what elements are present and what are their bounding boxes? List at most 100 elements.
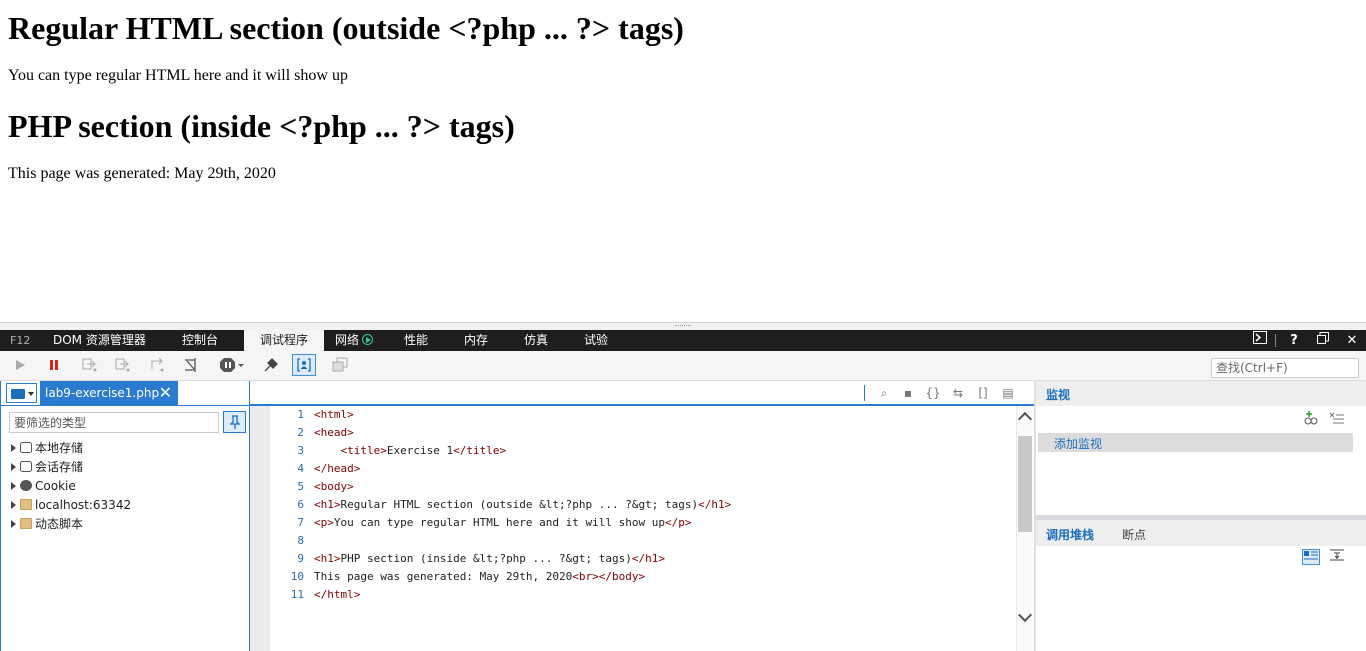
- line-text: <h1>PHP section (inside &lt;?php ... ?&g…: [314, 552, 666, 565]
- add-watch-label[interactable]: 添加监视: [1054, 435, 1102, 452]
- breakpoint-braces-icon[interactable]: []: [975, 386, 991, 400]
- code-scrollbar[interactable]: [1016, 406, 1033, 651]
- tab-performance[interactable]: 性能: [396, 330, 436, 351]
- line-number[interactable]: 8: [270, 532, 304, 550]
- callstack-header: 调用堆栈 断点: [1036, 520, 1366, 546]
- line-number[interactable]: 4: [270, 460, 304, 478]
- continue-icon[interactable]: [8, 354, 32, 376]
- tree-item-label: localhost:63342: [35, 498, 132, 512]
- pin-icon[interactable]: [223, 411, 246, 433]
- expand-icon[interactable]: [11, 443, 16, 452]
- filter-input[interactable]: [9, 412, 219, 433]
- tree-item-label: 动态脚本: [35, 517, 84, 531]
- watch-title[interactable]: 监视: [1046, 386, 1070, 403]
- tab-debugger[interactable]: 调试程序: [244, 330, 324, 351]
- tree-item-session-storage[interactable]: 会话存储: [11, 458, 83, 476]
- line-number[interactable]: 11: [270, 586, 304, 604]
- folder-icon: [11, 389, 25, 399]
- chevron-down-icon: [28, 392, 34, 396]
- breakpoint-gutter[interactable]: [250, 406, 270, 651]
- line-text: <p>You can type regular HTML here and it…: [314, 516, 692, 529]
- add-watch-icon[interactable]: [1302, 411, 1320, 427]
- play-circle-icon: [362, 334, 374, 345]
- file-tab[interactable]: lab9-exercise1.php ✕: [40, 381, 178, 405]
- tab-dom-explorer[interactable]: DOM 资源管理器: [45, 330, 154, 351]
- expand-icon[interactable]: [11, 519, 16, 528]
- database-icon: [20, 461, 32, 472]
- line-number[interactable]: 7: [270, 514, 304, 532]
- tab-callstack[interactable]: 调用堆栈: [1046, 526, 1094, 543]
- expand-icon[interactable]: [11, 481, 16, 490]
- tab-console[interactable]: 控制台: [174, 330, 226, 351]
- line-number[interactable]: 9: [270, 550, 304, 568]
- rendered-page: Regular HTML section (outside <?php ... …: [0, 0, 1366, 322]
- disconnect-debugger-icon[interactable]: [259, 354, 283, 376]
- break-on-new-worker-icon[interactable]: [180, 354, 204, 376]
- tree-item-local-storage[interactable]: 本地存储: [11, 439, 83, 457]
- devtools-tabbar: F12 DOM 资源管理器 控制台 调试程序 网络 性能 内存 仿真 试验 ? …: [0, 330, 1366, 351]
- step-out-icon[interactable]: [145, 354, 169, 376]
- editor-actions-separator: [864, 385, 865, 401]
- tab-emulation[interactable]: 仿真: [516, 330, 556, 351]
- scroll-thumb[interactable]: [1018, 436, 1032, 532]
- tree-item-cookie[interactable]: Cookie: [11, 477, 76, 495]
- devtools-splitter[interactable]: [0, 322, 1366, 330]
- expand-icon[interactable]: [11, 500, 16, 509]
- find-input[interactable]: [1211, 358, 1359, 378]
- expand-icon[interactable]: [11, 462, 16, 471]
- show-details-icon[interactable]: [1302, 549, 1320, 565]
- code-editor[interactable]: 1 <html> 2 <head> 3 <title>Exercise 1</title…: [270, 406, 1014, 651]
- delete-all-watches-icon[interactable]: [1328, 411, 1346, 427]
- tree-item-dynamic-scripts[interactable]: 动态脚本: [11, 515, 83, 533]
- open-document-button[interactable]: [6, 383, 37, 403]
- close-icon[interactable]: ✕: [159, 381, 172, 405]
- database-icon: [20, 442, 32, 453]
- line-number[interactable]: 2: [270, 424, 304, 442]
- file-tab-label: lab9-exercise1.php: [45, 386, 160, 400]
- tree-item-label: Cookie: [35, 479, 76, 493]
- show-library-frames-icon[interactable]: [1328, 549, 1346, 565]
- left-panel-divider: [1, 405, 249, 406]
- line-number[interactable]: 6: [270, 496, 304, 514]
- line-number[interactable]: 10: [270, 568, 304, 586]
- tree-item-label: 本地存储: [35, 441, 84, 455]
- page-paragraph-generated: This page was generated: May 29th, 2020: [8, 165, 276, 182]
- close-button[interactable]: ✕: [1339, 330, 1365, 351]
- exception-behavior-icon[interactable]: [218, 354, 246, 376]
- scroll-up-icon[interactable]: [1017, 411, 1033, 427]
- word-wrap-icon[interactable]: ⇆: [950, 386, 966, 400]
- tab-network-label: 网络: [335, 333, 360, 347]
- line-text: </head>: [314, 462, 361, 475]
- pretty-print-braces-icon[interactable]: {}: [925, 386, 941, 400]
- restore-button[interactable]: [1310, 330, 1336, 351]
- just-my-code-icon[interactable]: [292, 354, 316, 376]
- line-number[interactable]: 1: [270, 406, 304, 424]
- tab-breakpoints[interactable]: 断点: [1122, 526, 1146, 543]
- folder-icon: [20, 518, 32, 529]
- scripts-panel: 本地存储 会话存储 Cookie localhost:63342 动态脚本: [0, 381, 250, 651]
- tab-experiments[interactable]: 试验: [576, 330, 616, 351]
- console-icon[interactable]: [1247, 330, 1273, 351]
- line-number[interactable]: 5: [270, 478, 304, 496]
- watch-header: 监视: [1036, 381, 1366, 406]
- help-button[interactable]: ?: [1281, 330, 1307, 351]
- step-over-icon[interactable]: [111, 354, 135, 376]
- splitter-grip[interactable]: [675, 325, 691, 328]
- find-in-file-icon[interactable]: ⌕: [876, 386, 892, 400]
- tree-item-localhost[interactable]: localhost:63342: [11, 496, 131, 514]
- break-icon[interactable]: [42, 354, 66, 376]
- line-number[interactable]: 3: [270, 442, 304, 460]
- window-separator: [1275, 334, 1276, 347]
- source-map-icon[interactable]: ▤: [1000, 386, 1016, 400]
- step-into-icon[interactable]: [78, 354, 102, 376]
- line-text: </html>: [314, 588, 361, 601]
- line-text: <html>: [314, 408, 354, 421]
- pretty-print-icon[interactable]: [328, 354, 352, 376]
- debugger-toolbar: [0, 351, 1366, 381]
- tab-network[interactable]: 网络: [327, 330, 381, 351]
- save-icon[interactable]: ▪: [900, 386, 916, 400]
- add-watch-row[interactable]: 添加监视: [1038, 433, 1353, 452]
- line-text: This page was generated: May 29th, 2020<…: [314, 570, 646, 583]
- scroll-down-icon[interactable]: [1017, 607, 1033, 623]
- tab-memory[interactable]: 内存: [456, 330, 496, 351]
